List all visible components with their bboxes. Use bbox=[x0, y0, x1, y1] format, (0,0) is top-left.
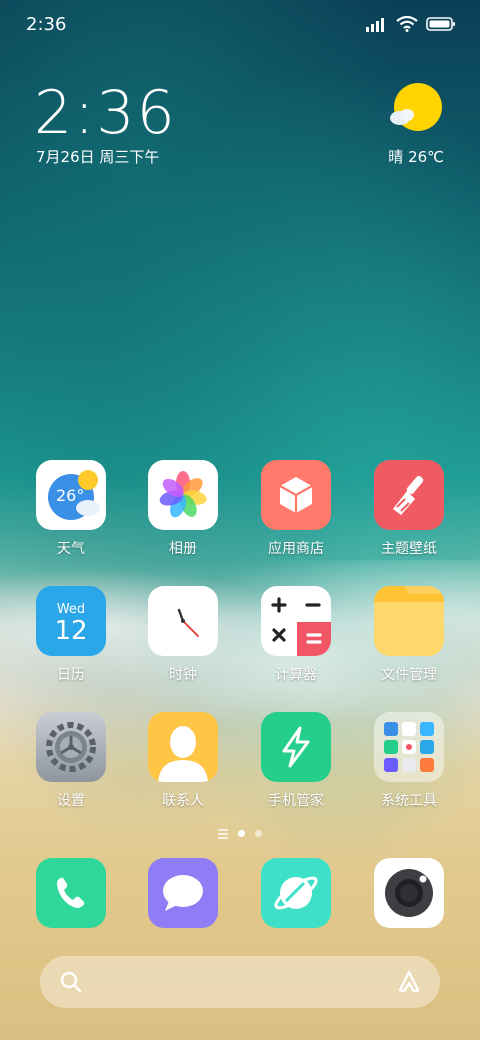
search-bar[interactable] bbox=[40, 956, 440, 1008]
app-label: 设置 bbox=[57, 793, 85, 809]
sunny-cloud-icon bbox=[390, 83, 442, 131]
clock-widget-time[interactable]: 2:36 bbox=[34, 78, 177, 148]
security-icon bbox=[261, 712, 331, 782]
app-security[interactable]: 手机管家 bbox=[241, 712, 351, 810]
system-tools-folder-icon bbox=[374, 712, 444, 782]
app-label: 计算器 bbox=[275, 667, 317, 683]
weather-icon-temp: 26° bbox=[56, 486, 85, 505]
calendar-icon-date: 12 bbox=[54, 615, 88, 646]
app-label: 联系人 bbox=[162, 793, 204, 809]
battery-icon bbox=[426, 17, 455, 31]
status-time: 2:36 bbox=[26, 14, 67, 35]
page-dot-active bbox=[238, 830, 245, 837]
app-label: 日历 bbox=[57, 667, 85, 683]
dock-messages[interactable] bbox=[128, 858, 238, 928]
calendar-icon: Wed 12 bbox=[36, 586, 106, 656]
app-calendar[interactable]: Wed 12 日历 bbox=[16, 586, 126, 684]
browser-icon bbox=[261, 858, 331, 928]
app-label: 系统工具 bbox=[381, 793, 437, 809]
clock-widget-date[interactable]: 7月26日 周三下午 bbox=[36, 146, 159, 167]
app-label: 时钟 bbox=[169, 667, 197, 683]
dock-browser[interactable] bbox=[241, 858, 351, 928]
app-themes[interactable]: 主题壁纸 bbox=[354, 460, 464, 558]
app-file-manager[interactable]: 文件管理 bbox=[354, 586, 464, 684]
folder-icon bbox=[374, 586, 444, 656]
assistant-icon[interactable] bbox=[396, 969, 422, 995]
calculator-icon bbox=[261, 586, 331, 656]
weather-widget-text[interactable]: 晴 26℃ bbox=[388, 146, 444, 167]
status-bar: 2:36 bbox=[0, 0, 480, 50]
wifi-icon bbox=[396, 16, 418, 32]
message-icon bbox=[148, 858, 218, 928]
app-app-store[interactable]: 应用商店 bbox=[241, 460, 351, 558]
status-icons bbox=[366, 16, 456, 32]
app-system-tools-folder[interactable]: 系统工具 bbox=[354, 712, 464, 810]
dock-phone[interactable] bbox=[16, 858, 126, 928]
app-label: 文件管理 bbox=[381, 667, 437, 683]
page-indicator[interactable] bbox=[0, 830, 480, 837]
app-clock[interactable]: 时钟 bbox=[128, 586, 238, 684]
gallery-icon bbox=[148, 460, 218, 530]
app-label: 手机管家 bbox=[268, 793, 324, 809]
clock-icon bbox=[148, 586, 218, 656]
page-dot bbox=[255, 830, 262, 837]
page-indicator-list-icon bbox=[218, 832, 228, 835]
phone-icon bbox=[36, 858, 106, 928]
app-gallery[interactable]: 相册 bbox=[128, 460, 238, 558]
app-label: 应用商店 bbox=[268, 541, 324, 557]
contacts-icon bbox=[148, 712, 218, 782]
app-label: 相册 bbox=[169, 541, 197, 557]
dock-camera[interactable] bbox=[354, 858, 464, 928]
app-weather[interactable]: 26° 天气 bbox=[16, 460, 126, 558]
search-icon bbox=[60, 971, 82, 993]
camera-icon bbox=[374, 858, 444, 928]
app-settings[interactable]: 设置 bbox=[16, 712, 126, 810]
signal-icon bbox=[366, 18, 384, 32]
settings-icon bbox=[36, 712, 106, 782]
weather-icon: 26° bbox=[36, 460, 106, 530]
weather-widget[interactable] bbox=[388, 82, 444, 138]
themes-icon bbox=[374, 460, 444, 530]
app-label: 天气 bbox=[57, 541, 85, 557]
calendar-icon-day: Wed bbox=[56, 601, 86, 617]
app-calculator[interactable]: 计算器 bbox=[241, 586, 351, 684]
app-store-icon bbox=[261, 460, 331, 530]
app-contacts[interactable]: 联系人 bbox=[128, 712, 238, 810]
app-label: 主题壁纸 bbox=[381, 541, 437, 557]
